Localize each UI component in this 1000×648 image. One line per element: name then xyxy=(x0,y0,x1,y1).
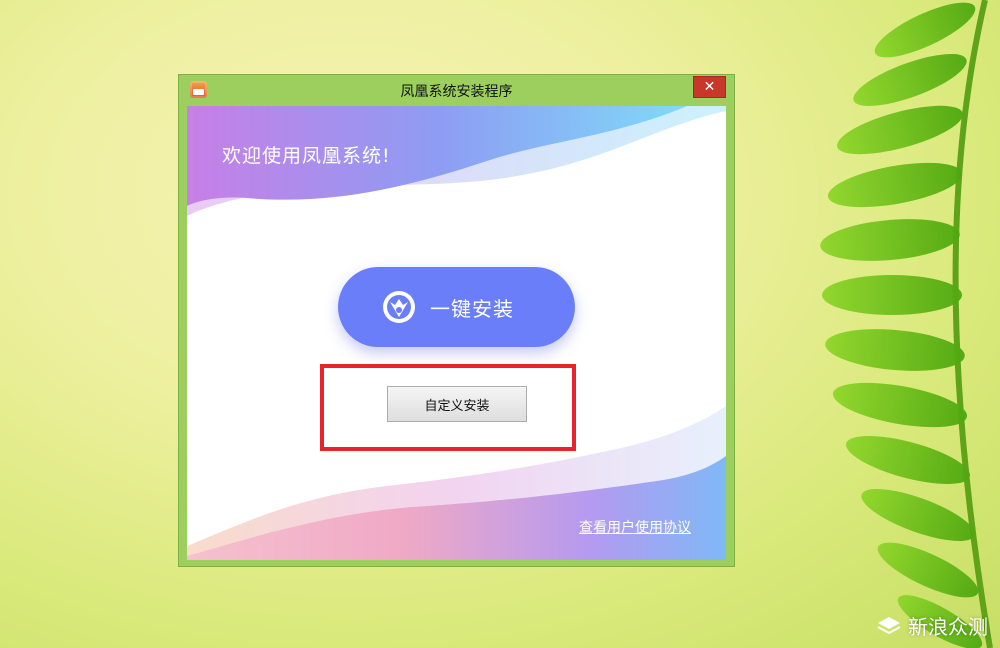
user-agreement-link[interactable]: 查看用户使用协议 xyxy=(579,517,691,537)
installer-content: 欢迎使用凤凰系统! 一键安装 自定义安装 查看用户使用协议 xyxy=(187,106,726,560)
fern-leaves-decoration xyxy=(820,0,993,648)
phoenix-logo-icon xyxy=(383,291,415,323)
title-bar[interactable]: 凤凰系统安装程序 ✕ xyxy=(179,75,734,106)
watermark: 新浪众测 xyxy=(876,611,988,640)
one-click-install-button[interactable]: 一键安装 xyxy=(338,267,575,347)
close-icon: ✕ xyxy=(703,79,716,95)
close-button[interactable]: ✕ xyxy=(693,76,726,98)
watermark-logo-icon xyxy=(877,616,901,634)
window-title: 凤凰系统安装程序 xyxy=(400,84,513,100)
one-click-install-label: 一键安装 xyxy=(430,296,514,321)
watermark-text: 新浪众测 xyxy=(908,615,988,639)
custom-install-button[interactable]: 自定义安装 xyxy=(387,386,527,422)
installer-window: 凤凰系统安装程序 ✕ 欢迎使用凤凰系统! 一键安装 自定义安装 查看用户使用协议 xyxy=(178,74,735,567)
welcome-heading: 欢迎使用凤凰系统! xyxy=(222,145,391,167)
custom-install-label: 自定义安装 xyxy=(424,398,490,414)
